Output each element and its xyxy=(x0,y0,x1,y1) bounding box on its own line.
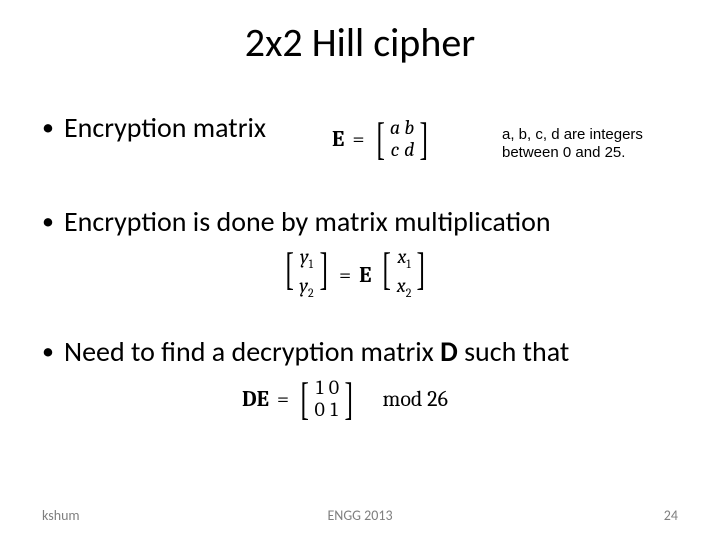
equation-row-3: DE = [ 1 0 0 1 ] mod 26 xyxy=(42,376,678,446)
eq1-lhs: E xyxy=(332,126,344,152)
note-line-1: a, b, c, d are integers xyxy=(502,126,643,144)
equation-row-1: E = [ a c b d ] a, b, c, d are integers xyxy=(42,116,678,186)
right-bracket-icon: ] xyxy=(417,246,425,304)
identity-matrix: [ 1 0 0 1 ] xyxy=(297,376,356,422)
slide: 2x2 Hill cipher • Encryption matrix E = … xyxy=(0,0,720,540)
left-bracket-icon: [ xyxy=(376,116,384,162)
right-bracket-icon: ] xyxy=(420,116,428,162)
eq1-equals: = xyxy=(352,126,364,152)
right-bracket-icon: ] xyxy=(319,246,327,304)
footer-page-number: 24 xyxy=(664,507,678,524)
slide-footer: kshum ENGG 2013 24 xyxy=(42,507,678,524)
eq3-equals: = xyxy=(277,386,289,412)
bullet-row-3: • Need to find a decryption matrix D suc… xyxy=(42,334,678,370)
footer-author: kshum xyxy=(42,507,80,524)
bullet-mark: • xyxy=(42,204,64,240)
y2: y2 xyxy=(299,275,313,304)
bullet-3-text: Need to find a decryption matrix D such … xyxy=(64,334,569,370)
I-11: 1 xyxy=(314,377,324,399)
eq3-mod: mod 26 xyxy=(382,386,447,412)
x2: x2 xyxy=(397,275,412,304)
x1: x1 xyxy=(397,246,412,275)
left-bracket-icon: [ xyxy=(383,246,391,304)
y1: y1 xyxy=(299,246,313,275)
eq3-lhs: DE xyxy=(242,386,269,412)
right-bracket-icon: ] xyxy=(345,376,353,422)
eq1-b: b xyxy=(404,117,414,139)
left-bracket-icon: [ xyxy=(285,246,293,304)
equation-E: E = [ a c b d ] xyxy=(332,116,432,162)
equation-yx: [ y1 y2 ] = E [ x1 x2 ] xyxy=(282,246,429,304)
bullet-mark: • xyxy=(42,334,64,370)
note-line-2: between 0 and 25. xyxy=(502,144,643,162)
I-22: 1 xyxy=(329,399,339,421)
eq2-equals: = xyxy=(339,262,351,288)
eq1-a: a xyxy=(390,117,400,139)
bullet-row-2: • Encryption is done by matrix multiplic… xyxy=(42,204,678,240)
integer-note: a, b, c, d are integers between 0 and 25… xyxy=(502,126,643,162)
I-21: 0 xyxy=(314,399,324,421)
eq2-E: E xyxy=(359,262,371,288)
left-bracket-icon: [ xyxy=(301,376,309,422)
eq1-c: c xyxy=(390,139,400,161)
eq1-d: d xyxy=(404,139,414,161)
slide-body: • Encryption matrix E = [ a c b d xyxy=(42,110,678,446)
footer-course: ENGG 2013 xyxy=(42,507,678,524)
bullet-2-text: Encryption is done by matrix multiplicat… xyxy=(64,204,551,240)
eq1-matrix: [ a c b d ] xyxy=(373,116,432,162)
I-12: 0 xyxy=(329,377,339,399)
equation-row-2: [ y1 y2 ] = E [ x1 x2 ] xyxy=(42,246,678,316)
slide-title: 2x2 Hill cipher xyxy=(0,18,720,67)
y-vector: [ y1 y2 ] xyxy=(282,246,331,304)
x-vector: [ x1 x2 ] xyxy=(379,246,428,304)
equation-DE: DE = [ 1 0 0 1 ] mod 26 xyxy=(242,376,448,422)
